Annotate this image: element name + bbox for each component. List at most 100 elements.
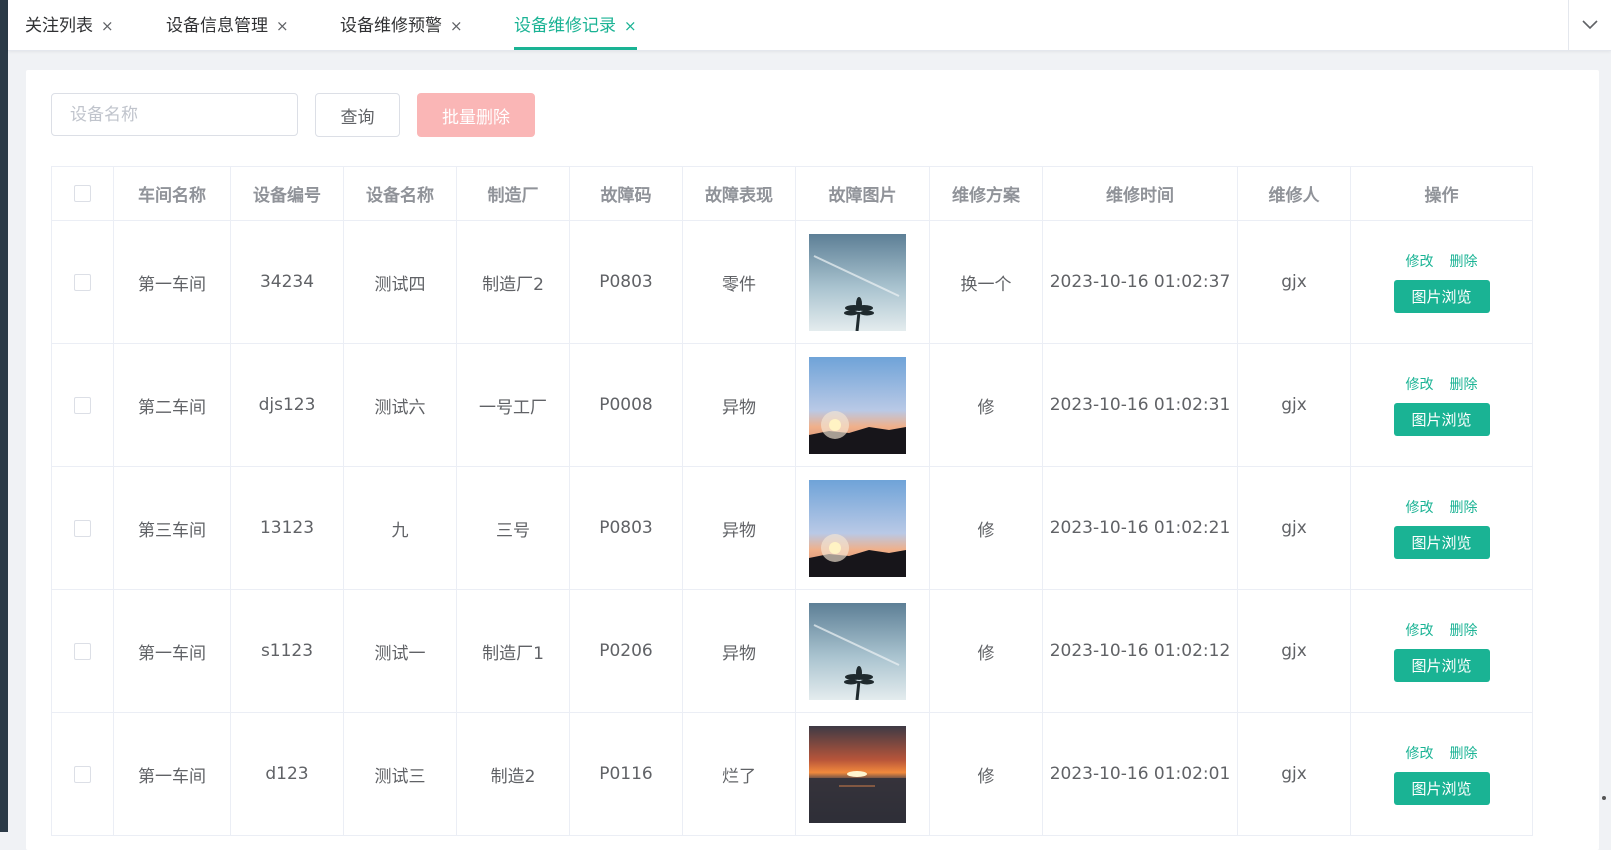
cell-workshop: 第二车间: [113, 343, 231, 467]
image-preview-button[interactable]: 图片浏览: [1393, 649, 1490, 682]
cell-factory: 一号工厂: [456, 343, 570, 467]
tab-device-info[interactable]: 设备信息管理 ×: [166, 0, 289, 50]
cell-workshop: 第三车间: [113, 466, 231, 590]
image-preview-button[interactable]: 图片浏览: [1393, 280, 1490, 313]
image-preview-button[interactable]: 图片浏览: [1393, 772, 1490, 805]
batch-delete-button[interactable]: 批量删除: [417, 93, 535, 137]
cell-time: 2023-10-16 01:02:21: [1042, 466, 1238, 590]
delete-link[interactable]: 删除: [1450, 377, 1478, 393]
cell-fault-code: P0803: [569, 220, 683, 344]
edit-link[interactable]: 修改: [1406, 254, 1434, 270]
fault-image-thumbnail[interactable]: [809, 233, 906, 331]
row-actions: 修改 删除图片浏览: [1352, 251, 1532, 313]
fault-image-thumbnail[interactable]: [809, 356, 906, 454]
row-checkbox[interactable]: [74, 396, 91, 414]
tab-label: 关注列表: [25, 16, 93, 36]
cell-person: gjx: [1237, 712, 1351, 836]
edit-link[interactable]: 修改: [1406, 623, 1434, 639]
tab-repair-warning[interactable]: 设备维修预警 ×: [340, 0, 463, 50]
column-header: 设备名称: [343, 166, 457, 221]
edit-link[interactable]: 修改: [1406, 746, 1434, 762]
cell-workshop: 第一车间: [113, 589, 231, 713]
fault-image-thumbnail[interactable]: [809, 479, 906, 577]
cell-name: 九: [343, 466, 457, 590]
fault-image-thumbnail[interactable]: [809, 725, 906, 823]
cell-time: 2023-10-16 01:02:01: [1042, 712, 1238, 836]
cell-name: 测试一: [343, 589, 457, 713]
tab-repair-records[interactable]: 设备维修记录 ×: [514, 0, 637, 50]
cell-time: 2023-10-16 01:02:37: [1042, 220, 1238, 344]
delete-link[interactable]: 删除: [1450, 500, 1478, 516]
row-actions: 修改 删除图片浏览: [1352, 620, 1532, 682]
image-preview-button[interactable]: 图片浏览: [1393, 403, 1490, 436]
action-links: 修改 删除: [1398, 374, 1486, 394]
cell-factory: 制造厂2: [456, 220, 570, 344]
cell-fault-image: [795, 220, 930, 344]
table-row: 第一车间 s1123 测试一 制造厂1 P0206 异物 修 2023-10-16 01:02…: [51, 589, 1533, 713]
close-icon[interactable]: ×: [101, 17, 114, 35]
action-links: 修改 删除: [1398, 251, 1486, 271]
scrollbar-indicator[interactable]: [1602, 796, 1606, 800]
tabs-bar: 关注列表 × 设备信息管理 × 设备维修预警 × 设备维修记录 ×: [8, 0, 1611, 51]
cell-symptom: 零件: [682, 220, 796, 344]
column-header: 维修人: [1237, 166, 1351, 221]
content-panel: 查询 批量删除 车间名称 设备编号 设备名称 制造厂 故障码 故障表现 故障图片…: [26, 70, 1599, 850]
cell-fault-image: [795, 466, 930, 590]
row-checkbox[interactable]: [74, 273, 91, 291]
column-header: 设备编号: [230, 166, 344, 221]
cell-symptom: 异物: [682, 343, 796, 467]
row-checkbox[interactable]: [74, 765, 91, 783]
table-row: 第一车间 34234 测试四 制造厂2 P0803 零件 换一个 2023-10-16 01:…: [51, 220, 1533, 344]
cell-name: 测试六: [343, 343, 457, 467]
cell-plan: 修: [929, 343, 1043, 467]
delete-link[interactable]: 删除: [1450, 254, 1478, 270]
tab-focus-list[interactable]: 关注列表 ×: [25, 0, 114, 50]
delete-link[interactable]: 删除: [1450, 746, 1478, 762]
cell-actions: 修改 删除图片浏览: [1350, 220, 1533, 344]
fault-image-thumbnail[interactable]: [809, 602, 906, 700]
cell-symptom: 异物: [682, 466, 796, 590]
column-header: 故障图片: [795, 166, 930, 221]
column-header: 维修方案: [929, 166, 1043, 221]
query-button[interactable]: 查询: [315, 93, 400, 137]
column-header: 操作: [1350, 166, 1533, 221]
cell-code: 13123: [230, 466, 344, 590]
tab-label: 设备维修预警: [340, 16, 442, 36]
tabs-dropdown-button[interactable]: [1568, 0, 1611, 50]
column-header: 故障码: [569, 166, 683, 221]
row-checkbox[interactable]: [74, 519, 91, 537]
cell-fault-code: P0008: [569, 343, 683, 467]
close-icon[interactable]: ×: [624, 17, 637, 35]
close-icon[interactable]: ×: [450, 17, 463, 35]
image-preview-button[interactable]: 图片浏览: [1393, 526, 1490, 559]
action-links: 修改 删除: [1398, 620, 1486, 640]
cell-workshop: 第一车间: [113, 220, 231, 344]
cell-person: gjx: [1237, 220, 1351, 344]
select-all-checkbox[interactable]: [74, 185, 91, 202]
cell-person: gjx: [1237, 466, 1351, 590]
cell-name: 测试三: [343, 712, 457, 836]
column-header: 维修时间: [1042, 166, 1238, 221]
cell-time: 2023-10-16 01:02:12: [1042, 589, 1238, 713]
tab-label: 设备信息管理: [166, 16, 268, 36]
edit-link[interactable]: 修改: [1406, 377, 1434, 393]
action-links: 修改 删除: [1398, 743, 1486, 763]
device-name-search-input[interactable]: [51, 93, 298, 136]
row-actions: 修改 删除图片浏览: [1352, 497, 1532, 559]
column-header: 车间名称: [113, 166, 231, 221]
cell-time: 2023-10-16 01:02:31: [1042, 343, 1238, 467]
row-actions: 修改 删除图片浏览: [1352, 743, 1532, 805]
column-header: 故障表现: [682, 166, 796, 221]
cell-fault-code: P0803: [569, 466, 683, 590]
edit-link[interactable]: 修改: [1406, 500, 1434, 516]
cell-code: 34234: [230, 220, 344, 344]
action-links: 修改 删除: [1398, 497, 1486, 517]
cell-person: gjx: [1237, 589, 1351, 713]
cell-symptom: 烂了: [682, 712, 796, 836]
delete-link[interactable]: 删除: [1450, 623, 1478, 639]
close-icon[interactable]: ×: [276, 17, 289, 35]
repair-records-table: 车间名称 设备编号 设备名称 制造厂 故障码 故障表现 故障图片 维修方案 维修…: [51, 166, 1533, 836]
cell-factory: 制造2: [456, 712, 570, 836]
cell-factory: 制造厂1: [456, 589, 570, 713]
row-checkbox[interactable]: [74, 642, 91, 660]
